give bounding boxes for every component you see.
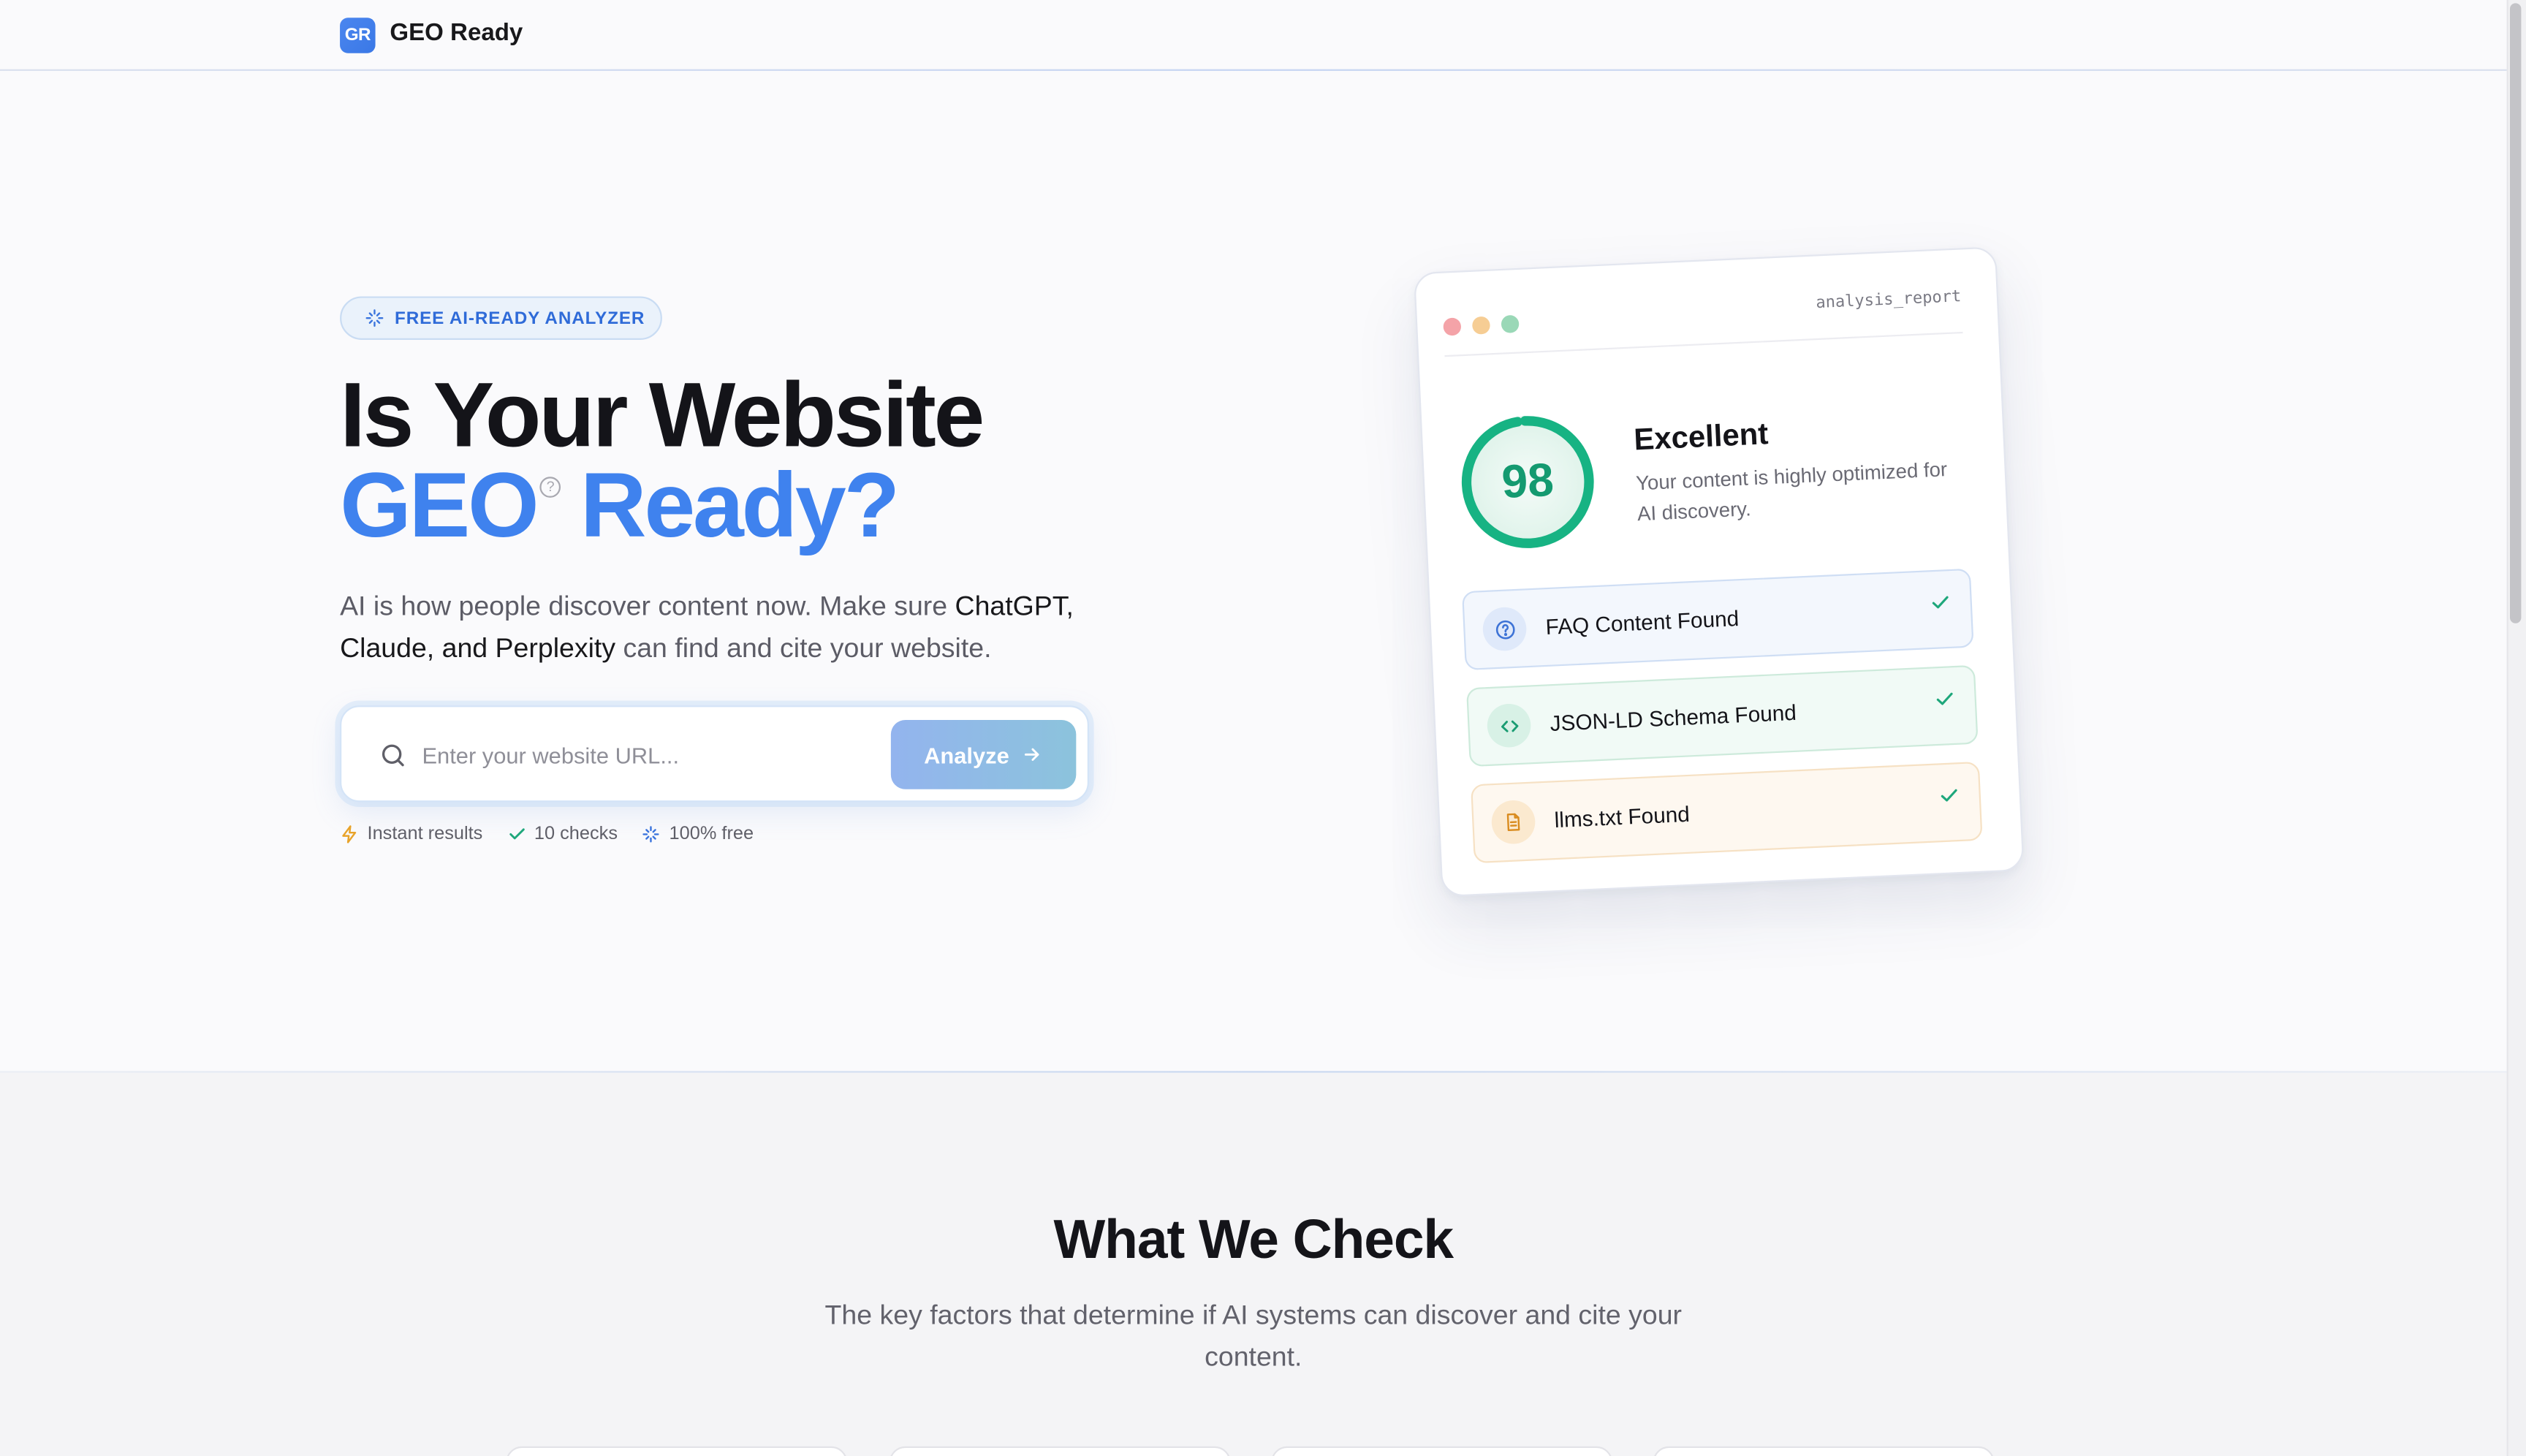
desc-text-2: can find and cite your website.: [615, 632, 992, 664]
feature-free: 100% free: [642, 824, 754, 844]
analyze-button[interactable]: Analyze: [890, 719, 1077, 789]
lightning-icon: [342, 825, 357, 843]
dot-yellow: [1471, 316, 1491, 335]
check-icon: [1941, 789, 1957, 802]
check-label: JSON-LD Schema Found: [1549, 700, 1797, 736]
grade-description: Your content is highly optimized for AI …: [1635, 458, 1948, 526]
hero-title-line1: Is Your Website: [340, 363, 985, 468]
check-label: FAQ Content Found: [1544, 606, 1740, 640]
question-icon: [1482, 606, 1528, 652]
search-icon: [382, 744, 404, 767]
check-card[interactable]: [1271, 1446, 1613, 1456]
app-name[interactable]: GEO Ready: [390, 19, 523, 46]
sparkle-icon: [365, 309, 384, 327]
analyze-button-label: Analyze: [924, 741, 1009, 767]
document-icon: [1490, 799, 1536, 845]
feature-label: 10 checks: [534, 824, 618, 844]
hero-description: AI is how people discover content now. M…: [340, 586, 1113, 670]
arrow-right-icon: [1025, 748, 1040, 761]
analysis-report-card: analysis_report 98 Excellent Your conten…: [1413, 246, 2025, 898]
scrollbar-thumb[interactable]: [2509, 3, 2522, 623]
check-icon: [509, 828, 524, 840]
feature-instant: Instant results: [340, 824, 483, 844]
logo-badge[interactable]: GR: [340, 18, 376, 53]
check-jsonld: JSON-LD Schema Found: [1465, 664, 1979, 767]
section-title: What We Check: [1053, 1209, 1454, 1271]
check-icon: [1936, 692, 1953, 705]
top-nav: GR GEO Ready: [0, 0, 2507, 71]
geo-info-icon[interactable]: ?: [539, 477, 561, 498]
feature-checks: 10 checks: [507, 824, 618, 844]
code-icon: [1486, 702, 1532, 748]
dot-green: [1501, 314, 1520, 334]
title-ready: Ready?: [580, 454, 900, 558]
grade-label: Excellent: [1633, 417, 1770, 458]
check-llms: llms.txt Found: [1470, 761, 1983, 864]
section-subtitle: The key factors that determine if AI sys…: [824, 1300, 1683, 1373]
check-card[interactable]: [506, 1446, 848, 1456]
badge-label: FREE AI-READY ANALYZER: [395, 308, 645, 328]
sparkle-icon: [643, 826, 660, 843]
url-input[interactable]: [422, 735, 873, 775]
hero-title-line2: GEO? Ready?: [340, 460, 900, 553]
title-geo: GEO: [340, 454, 539, 558]
check-faq: FAQ Content Found: [1461, 568, 1974, 671]
feature-label: Instant results: [367, 824, 483, 844]
check-card[interactable]: [889, 1446, 1231, 1456]
desc-text-1: AI is how people discover content now. M…: [340, 591, 955, 622]
check-icon: [1932, 596, 1949, 609]
window-dots: [1443, 314, 1520, 336]
feature-list: Instant results 10 checks 100% free: [340, 824, 754, 844]
section-divider: [0, 1071, 2507, 1073]
header-divider: [0, 69, 2507, 71]
check-card[interactable]: [1653, 1446, 1995, 1456]
score-value: 98: [1501, 454, 1555, 509]
url-search-box: Analyze: [340, 705, 1089, 803]
feature-label: 100% free: [669, 824, 754, 844]
dot-red: [1443, 317, 1462, 336]
report-filename: analysis_report: [1815, 288, 1962, 313]
free-analyzer-badge: FREE AI-READY ANALYZER: [340, 296, 662, 340]
check-label: llms.txt Found: [1553, 802, 1691, 833]
card-divider: [1444, 331, 1963, 357]
